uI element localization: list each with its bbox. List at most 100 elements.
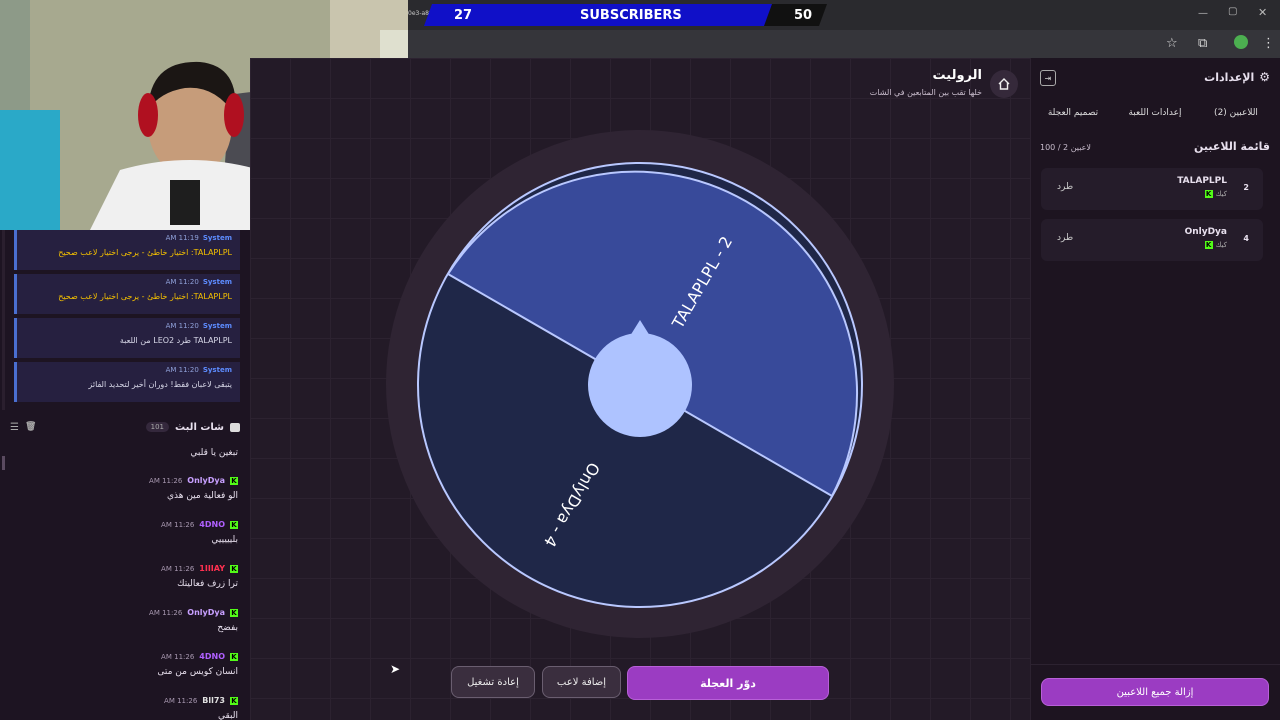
system-message-sender: System: [202, 322, 232, 330]
subscriber-goal-banner: 27 SUBSCRIBERS 50: [408, 4, 828, 26]
divider: [1030, 664, 1280, 665]
chat-message-text: بفضح: [217, 623, 238, 633]
chat-message-text: البقي: [217, 711, 238, 720]
tab-wheel-design[interactable]: تصميم العجلة: [1034, 98, 1112, 128]
profile-avatar-icon[interactable]: [1234, 35, 1248, 49]
kick-icon: K: [230, 652, 238, 661]
chat-message-text: الو فعالية مين هذي: [166, 491, 238, 501]
player-number: 2: [1243, 183, 1249, 192]
player-card: 4 OnlyDya K كيك طرد: [1041, 219, 1263, 261]
chat-username[interactable]: Bll73: [202, 696, 225, 705]
system-scrollbar[interactable]: [2, 230, 5, 410]
player-name: TALAPLPL: [1177, 176, 1227, 186]
extensions-icon[interactable]: ⧉: [1198, 36, 1207, 51]
settings-title: الإعدادات: [1204, 70, 1255, 84]
chat-time: 11:26 AM: [164, 696, 198, 705]
roulette-wheel[interactable]: TALAPLPL - 2 OnlyDya - 4: [415, 160, 865, 610]
maximize-icon[interactable]: ▢: [1228, 6, 1237, 17]
player-list-count: 100 / 2 لاعبين: [1040, 143, 1091, 152]
system-message-time: 11:20 AM: [165, 278, 199, 286]
home-icon: [998, 78, 1010, 90]
player-number: 4: [1243, 234, 1249, 243]
chat-username[interactable]: OnlyDya: [187, 476, 225, 485]
kick-icon: K: [230, 520, 238, 529]
minimize-icon[interactable]: —: [1198, 8, 1208, 19]
bookmark-star-icon[interactable]: ☆: [1166, 36, 1178, 51]
player-platform: K كيك: [1204, 241, 1227, 249]
close-icon[interactable]: ✕: [1258, 6, 1267, 19]
chat-message: K OnlyDya 11:26 AM الو فعالية مين هذي: [10, 476, 238, 501]
add-player-button[interactable]: إضافة لاعب: [542, 666, 621, 698]
kick-icon: K: [1204, 241, 1213, 249]
chat-username[interactable]: OnlyDya: [187, 608, 225, 617]
home-button[interactable]: [990, 70, 1018, 98]
chat-message-text: بليييييي: [211, 535, 238, 545]
subscriber-goal-count: 50: [794, 7, 813, 23]
remove-all-players-button[interactable]: إزالة جميع اللاعبين: [1041, 678, 1269, 706]
system-message: System 11:20 AM TALAPLPL طرد LEO2 من اللع…: [14, 318, 240, 358]
settings-header: ⚙ الإعدادات: [1190, 70, 1270, 84]
chat-message-text: انسان كويس من متى: [157, 667, 238, 677]
player-list-title: قائمة اللاعبين: [1194, 140, 1270, 153]
chat-message-text: تبغين يا قلبي: [190, 448, 238, 458]
gear-icon: ⚙: [1259, 70, 1270, 84]
chat-time: 11:26 AM: [161, 520, 195, 529]
kick-player-button[interactable]: طرد: [1057, 182, 1073, 192]
kick-icon: K: [230, 696, 238, 705]
trash-icon[interactable]: 🗑: [25, 422, 36, 432]
chat-username[interactable]: 4DNO: [199, 520, 225, 529]
collapse-panel-icon[interactable]: ⇥: [1040, 70, 1056, 86]
kick-icon: K: [1204, 190, 1213, 198]
chat-message: K 4DNO 11:26 AM انسان كويس من متى: [10, 652, 238, 677]
browser-menu-icon[interactable]: ⋮: [1262, 36, 1275, 51]
chat-time: 11:26 AM: [161, 564, 195, 573]
kick-player-button[interactable]: طرد: [1057, 233, 1073, 243]
system-message: System 11:19 AM TALAPLPL: اختيار خاطئ - ي…: [14, 230, 240, 270]
align-icon[interactable]: ☰: [10, 422, 19, 433]
kick-icon: K: [230, 608, 238, 617]
system-message-time: 11:20 AM: [165, 366, 199, 374]
chat-message: K 1IIIAY 11:26 AM ترا زرف فعاليتك: [10, 564, 238, 589]
system-message-text: TALAPLPL طرد LEO2 من اللعبة: [119, 336, 232, 345]
system-message-sender: System: [202, 234, 232, 242]
tab-players[interactable]: اللاعبين (2): [1196, 98, 1276, 128]
system-message-text: TALAPLPL: اختيار خاطئ - يرجى اختيار لاعب…: [58, 292, 232, 301]
system-message-time: 11:20 AM: [165, 322, 199, 330]
kick-icon: K: [230, 564, 238, 573]
subscriber-current-count: 27: [454, 7, 473, 23]
system-message-text: يتبقى لاعبان فقط! دوران أخير لتحديد الفا…: [88, 380, 232, 389]
chat-message: K OnlyDya 11:26 AM بفضح: [10, 608, 238, 633]
chat-time: 11:26 AM: [149, 608, 183, 617]
system-message-time: 11:19 AM: [165, 234, 199, 242]
chat-time: 11:26 AM: [149, 476, 183, 485]
wheel-center-hub: [588, 333, 692, 437]
chat-message: K 4DNO 11:26 AM بليييييي: [10, 520, 238, 545]
tab-game-settings[interactable]: إعدادات اللعبة: [1116, 98, 1194, 128]
chat-message: تبغين يا قلبي: [10, 448, 238, 458]
system-message-text: TALAPLPL: اختيار خاطئ - يرجى اختيار لاعب…: [58, 248, 232, 257]
chat-title: شات البث: [175, 421, 224, 433]
chat-header: شات البث 101 🗑 ☰: [0, 416, 250, 438]
system-message-sender: System: [202, 278, 232, 286]
spin-wheel-button[interactable]: دوّر العجلة: [627, 666, 829, 700]
player-platform: K كيك: [1204, 190, 1227, 198]
restart-button[interactable]: إعادة تشغيل: [451, 666, 535, 698]
settings-panel: [1030, 58, 1280, 720]
subscriber-label: SUBSCRIBERS: [580, 7, 682, 23]
mouse-cursor-icon: ➤: [390, 662, 401, 676]
chat-panel: System 11:19 AM TALAPLPL: اختيار خاطئ - ي…: [0, 230, 250, 720]
chat-username[interactable]: 4DNO: [199, 652, 225, 661]
kick-icon: K: [230, 476, 238, 485]
game-title: الروليت: [932, 68, 982, 83]
system-message: System 11:20 AM يتبقى لاعبان فقط! دوران أ…: [14, 362, 240, 402]
player-name: OnlyDya: [1184, 227, 1227, 237]
chat-bubble-icon: [230, 422, 240, 432]
game-subtitle: خلها تقب بين المتابعين في الشات: [869, 88, 982, 97]
chat-username[interactable]: 1IIIAY: [199, 564, 225, 573]
chat-message-text: ترا زرف فعاليتك: [177, 579, 238, 589]
chat-viewer-count: 101: [145, 422, 170, 432]
chat-scrollbar[interactable]: [2, 456, 5, 470]
system-message: System 11:20 AM TALAPLPL: اختيار خاطئ - ي…: [14, 274, 240, 314]
chat-time: 11:26 AM: [161, 652, 195, 661]
address-bar[interactable]: [408, 30, 1280, 58]
